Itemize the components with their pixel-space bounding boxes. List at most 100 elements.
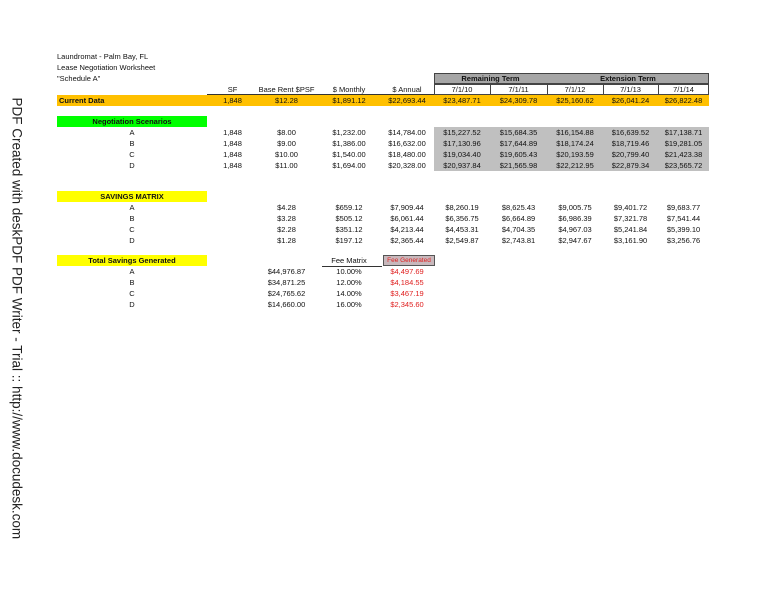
current-cell: $26,822.48 [664, 96, 703, 105]
negotiation-cell: $1,694.00 [332, 161, 366, 170]
row-label: C [129, 150, 135, 159]
savings-cell: $6,664.89 [501, 214, 536, 223]
negotiation-cell: $16,154.88 [556, 128, 594, 137]
row-label: B [129, 214, 135, 223]
savings-cell: $2,947.67 [558, 236, 592, 245]
negotiation-cell: $8.00 [277, 128, 296, 137]
column-header: $ Monthly [332, 85, 366, 94]
negotiation-cell: 1,848 [223, 150, 242, 159]
fee-matrix-header: Fee Matrix [331, 256, 367, 265]
savings-cell: $2.28 [277, 225, 296, 234]
row-label: D [129, 236, 135, 245]
totals-cell: $4,497.69 [390, 267, 424, 276]
column-header: Base Rent $PSF [258, 85, 315, 94]
totals-cell: 16.00% [336, 300, 362, 309]
savings-cell: $4,213.44 [390, 225, 424, 234]
savings-cell: $9,005.75 [558, 203, 592, 212]
row-label: B [129, 139, 135, 148]
savings-cell: $9,401.72 [613, 203, 648, 212]
savings-cell: $2,743.81 [501, 236, 536, 245]
savings-cell: $4,453.31 [445, 225, 479, 234]
savings-cell: $7,909.44 [390, 203, 424, 212]
savings-cell: $505.12 [335, 214, 363, 223]
savings-cell: $659.12 [335, 203, 363, 212]
negotiation-cell: $1,232.00 [332, 128, 366, 137]
column-header: 7/1/13 [620, 85, 641, 94]
negotiation-cell: $19,605.43 [499, 150, 538, 159]
negotiation-cell: $17,130.96 [443, 139, 481, 148]
row-label: A [129, 203, 135, 212]
column-header: SF [227, 85, 238, 94]
current-cell: $23,487.71 [443, 96, 481, 105]
column-header: 7/1/11 [508, 85, 529, 94]
column-header: 7/1/10 [451, 85, 473, 94]
column-header: $ Annual [392, 85, 422, 94]
savings-cell: $3.28 [277, 214, 296, 223]
totals-cell: 14.00% [336, 289, 362, 298]
negotiation-cell: $15,227.52 [443, 128, 481, 137]
negotiation-cell: $15,684.35 [499, 128, 538, 137]
negotiation-cell: $16,632.00 [388, 139, 426, 148]
negotiation-cell: $20,799.40 [611, 150, 650, 159]
negotiation-cell: $17,644.89 [499, 139, 538, 148]
savings-cell: $4,704.35 [501, 225, 536, 234]
negotiation-cell: $20,328.00 [388, 161, 426, 170]
negotiation-cell: $21,565.98 [499, 161, 538, 170]
negotiation-section-label: Negotiation Scenarios [92, 117, 172, 126]
savings-cell: $6,356.75 [445, 214, 479, 223]
title-line: Lease Negotiation Worksheet [57, 63, 156, 72]
totals-cell: 10.00% [336, 267, 362, 276]
totals-cell: $24,765.62 [267, 289, 306, 298]
fee-generated-header: Fee Generated [387, 257, 431, 264]
current-cell: $22,693.44 [388, 96, 426, 105]
negotiation-cell: $19,281.05 [664, 139, 703, 148]
negotiation-cell: $19,034.40 [443, 150, 481, 159]
savings-cell: $8,260.19 [445, 203, 479, 212]
savings-cell: $351.12 [335, 225, 363, 234]
current-cell: $12.28 [275, 96, 298, 105]
totals-cell: $2,345.60 [390, 300, 424, 309]
totals-cell: $44,976.87 [267, 267, 306, 276]
negotiation-cell: $1,540.00 [332, 150, 366, 159]
current-cell: $26,041.24 [611, 96, 650, 105]
row-label: D [129, 161, 135, 170]
watermark-text: PDF Created with deskPDF PDF Writer - Tr… [9, 97, 25, 540]
negotiation-cell: 1,848 [223, 128, 242, 137]
negotiation-cell: $22,879.34 [611, 161, 650, 170]
savings-cell: $5,399.10 [666, 225, 701, 234]
current-label: Current Data [59, 96, 105, 105]
savings-section-label: SAVINGS MATRIX [100, 192, 164, 201]
negotiation-cell: $11.00 [275, 161, 298, 170]
group-header-extension: Extension Term [600, 74, 656, 83]
savings-cell: $1.28 [277, 236, 296, 245]
negotiation-cell: $20,937.84 [443, 161, 481, 170]
current-cell: $1,891.12 [332, 96, 366, 105]
negotiation-cell: $21,423.38 [664, 150, 703, 159]
negotiation-cell: $17,138.71 [664, 128, 703, 137]
row-label: B [129, 278, 135, 287]
savings-cell: $9,683.77 [666, 203, 701, 212]
savings-cell: $5,241.84 [613, 225, 648, 234]
negotiation-cell: $16,639.52 [611, 128, 650, 137]
savings-cell: $3,256.76 [666, 236, 701, 245]
savings-cell: $8,625.43 [501, 203, 536, 212]
negotiation-cell: 1,848 [223, 161, 242, 170]
savings-cell: $6,061.44 [390, 214, 424, 223]
totals-section-label: Total Savings Generated [88, 256, 176, 265]
group-header-remaining: Remaining Term [461, 74, 520, 83]
savings-cell: $7,321.78 [613, 214, 648, 223]
totals-cell: $34,871.25 [267, 278, 306, 287]
negotiation-cell: $18,174.24 [556, 139, 594, 148]
totals-cell: $14,660.00 [267, 300, 306, 309]
savings-cell: $4.28 [277, 203, 296, 212]
totals-cell: $4,184.55 [390, 278, 424, 287]
negotiation-cell: $14,784.00 [388, 128, 426, 137]
title-line: Laundromat - Palm Bay, FL [57, 52, 149, 61]
totals-cell: 12.00% [336, 278, 362, 287]
savings-cell: $4,967.03 [558, 225, 592, 234]
negotiation-cell: $10.00 [275, 150, 298, 159]
column-header: 7/1/12 [564, 85, 586, 94]
current-cell: $25,160.62 [556, 96, 594, 105]
title-line: "Schedule A" [57, 74, 101, 83]
savings-cell: $6,986.39 [558, 214, 592, 223]
